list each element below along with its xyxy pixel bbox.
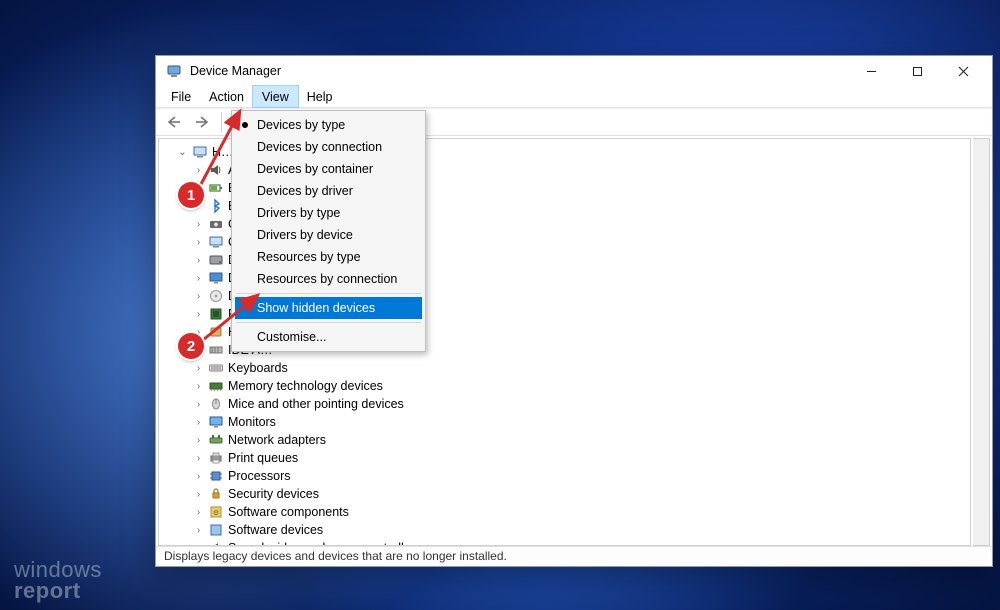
tree-item[interactable]: › ⚙ Software components <box>177 503 970 521</box>
titlebar[interactable]: Device Manager <box>156 56 992 86</box>
mouse-icon <box>208 396 224 412</box>
annotation-badge-1: 1 <box>178 182 204 208</box>
menu-view[interactable]: View <box>253 86 298 107</box>
maximize-button[interactable] <box>894 56 940 86</box>
tree-item[interactable]: › Print queues <box>177 449 970 467</box>
tree-item-label: Software components <box>228 505 349 519</box>
tree-item-label: Security devices <box>228 487 319 501</box>
keyboard-icon <box>208 360 224 376</box>
menu-devices-by-driver[interactable]: Devices by driver <box>235 180 422 202</box>
expand-icon[interactable]: › <box>193 471 204 482</box>
watermark: windowsreport <box>14 560 102 602</box>
tree-item-label: Network adapters <box>228 433 326 447</box>
menu-resources-by-connection[interactable]: Resources by connection <box>235 268 422 290</box>
tree-item-label: Software devices <box>228 523 323 537</box>
tree-item[interactable]: ›Sound, video and game controllers <box>177 539 970 546</box>
tree-item[interactable]: › Processors <box>177 467 970 485</box>
tree-item-label: Mice and other pointing devices <box>228 397 404 411</box>
tree-item[interactable]: › Network adapters <box>177 431 970 449</box>
tree-item-label: Keyboards <box>228 361 288 375</box>
menu-drivers-by-type[interactable]: Drivers by type <box>235 202 422 224</box>
tree-item[interactable]: › Mice and other pointing devices <box>177 395 970 413</box>
menu-drivers-by-device[interactable]: Drivers by device <box>235 224 422 246</box>
processor-icon <box>208 468 224 484</box>
expand-icon[interactable]: › <box>193 507 204 518</box>
bluetooth-icon <box>208 198 224 214</box>
expand-icon[interactable]: › <box>193 255 204 266</box>
menu-devices-by-type[interactable]: Devices by type <box>235 114 422 136</box>
menu-devices-by-connection[interactable]: Devices by connection <box>235 136 422 158</box>
printer-icon <box>208 450 224 466</box>
annotation-arrow-2 <box>200 290 265 345</box>
window-title: Device Manager <box>190 64 848 78</box>
annotation-arrow-1 <box>195 106 245 191</box>
svg-text:⚙: ⚙ <box>213 509 219 517</box>
expand-icon[interactable]: › <box>193 219 204 230</box>
expand-icon[interactable]: › <box>193 273 204 284</box>
menu-file[interactable]: File <box>162 86 200 107</box>
status-bar: Displays legacy devices and devices that… <box>156 546 992 566</box>
vertical-scrollbar[interactable] <box>973 138 990 546</box>
expand-icon[interactable]: › <box>193 417 204 428</box>
swcomp-icon: ⚙ <box>208 504 224 520</box>
minimize-button[interactable] <box>848 56 894 86</box>
swdev-icon <box>208 522 224 538</box>
menu-action[interactable]: Action <box>200 86 253 107</box>
expand-icon[interactable]: › <box>193 489 204 500</box>
expand-icon[interactable]: › <box>193 525 204 536</box>
desktop-wallpaper: Device Manager File Action View Help <box>0 0 1000 610</box>
menu-devices-by-container[interactable]: Devices by container <box>235 158 422 180</box>
tree-item[interactable]: › Security devices <box>177 485 970 503</box>
tree-item-label: Processors <box>228 469 291 483</box>
expand-icon[interactable]: › <box>193 453 204 464</box>
network-icon <box>208 432 224 448</box>
camera-icon <box>208 216 224 232</box>
expand-icon[interactable]: › <box>193 435 204 446</box>
display-icon <box>208 270 224 286</box>
tree-item[interactable]: › Memory technology devices <box>177 377 970 395</box>
tree-item-label: Monitors <box>228 415 276 429</box>
menu-help[interactable]: Help <box>298 86 342 107</box>
disk-icon <box>208 252 224 268</box>
toolbar-back-button[interactable] <box>162 111 186 133</box>
menubar: File Action View Help <box>156 86 992 108</box>
tree-item-label: Print queues <box>228 451 298 465</box>
memory-icon <box>208 378 224 394</box>
monitor-icon <box>208 414 224 430</box>
computer-icon <box>208 234 224 250</box>
collapse-icon[interactable]: ⌄ <box>177 147 188 158</box>
close-button[interactable] <box>940 56 986 86</box>
security-icon <box>208 486 224 502</box>
tree-item[interactable]: › Monitors <box>177 413 970 431</box>
annotation-badge-2: 2 <box>178 333 204 359</box>
expand-icon[interactable]: › <box>193 381 204 392</box>
app-icon <box>166 63 182 79</box>
expand-icon[interactable]: › <box>193 399 204 410</box>
tree-item[interactable]: › Software devices <box>177 521 970 539</box>
status-text: Displays legacy devices and devices that… <box>164 549 507 563</box>
tree-item[interactable]: › Keyboards <box>177 359 970 377</box>
expand-icon[interactable]: › <box>193 363 204 374</box>
expand-icon[interactable]: › <box>193 237 204 248</box>
tree-item-label: Memory technology devices <box>228 379 383 393</box>
menu-resources-by-type[interactable]: Resources by type <box>235 246 422 268</box>
